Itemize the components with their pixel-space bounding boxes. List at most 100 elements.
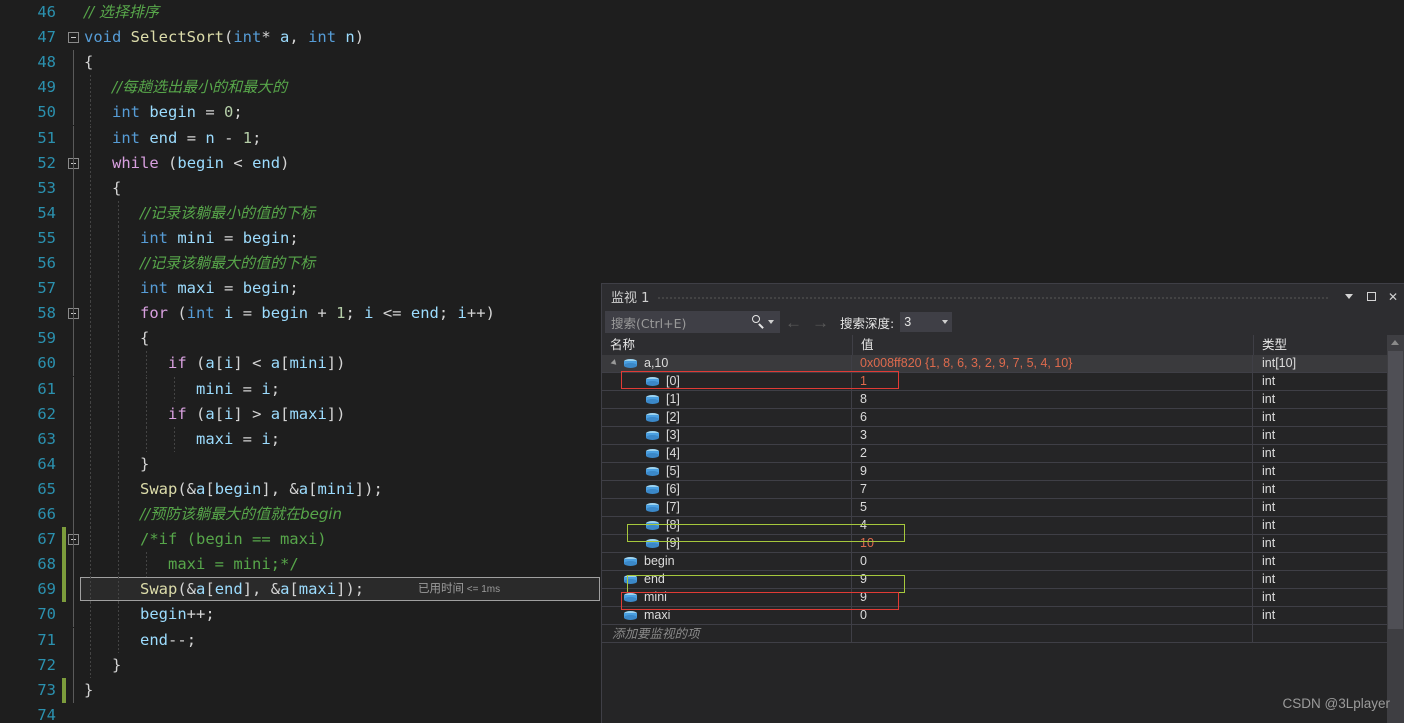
cell-type: int: [1262, 590, 1276, 604]
cell-value[interactable]: 0x008ff820 {1, 8, 6, 3, 2, 9, 7, 5, 4, 1…: [853, 355, 1253, 372]
cell-value[interactable]: 10: [853, 535, 1253, 552]
line-number: 53: [37, 178, 56, 197]
code-text: int begin = 0;: [112, 103, 243, 122]
indent-guide: [118, 251, 119, 277]
line-number: 62: [37, 404, 56, 423]
table-row[interactable]: mini 9 int: [602, 589, 1404, 607]
add-watch-item-row[interactable]: 添加要监视的项: [602, 625, 1404, 643]
table-row[interactable]: maxi 0 int: [602, 607, 1404, 625]
arrow-right-icon[interactable]: →: [812, 314, 829, 331]
cell-name[interactable]: a,10: [602, 355, 852, 372]
cell-name[interactable]: [4]: [602, 445, 852, 462]
scroll-up-icon[interactable]: [1391, 340, 1399, 345]
search-depth-select[interactable]: 3: [900, 312, 953, 332]
variable-name: [5]: [666, 464, 680, 478]
indent-guide: [90, 301, 91, 327]
cell-value[interactable]: 9: [853, 463, 1253, 480]
change-indicator-bar: [62, 276, 66, 302]
code-text: }: [112, 655, 122, 674]
cell-value[interactable]: 8: [853, 391, 1253, 408]
cell-value[interactable]: 1: [853, 373, 1253, 390]
cell-value[interactable]: 5: [853, 499, 1253, 516]
watch-vertical-scrollbar[interactable]: [1387, 335, 1404, 723]
cell-type: int[10]: [1262, 356, 1297, 370]
cell-type: int: [1262, 446, 1276, 460]
scope-line: [73, 175, 74, 201]
cell-value[interactable]: 0: [853, 553, 1253, 570]
variable-name: [6]: [666, 482, 680, 496]
cell-value[interactable]: [853, 625, 1253, 642]
scope-line: [73, 301, 74, 327]
table-row[interactable]: [7] 5 int: [602, 499, 1404, 517]
cell-name[interactable]: [2]: [602, 409, 852, 426]
expander-triangle-icon[interactable]: [610, 359, 619, 367]
arrow-left-icon[interactable]: ←: [785, 314, 802, 331]
table-row[interactable]: [9] 10 int: [602, 535, 1404, 553]
scope-line: [73, 351, 74, 377]
cell-value[interactable]: 4: [853, 517, 1253, 534]
cell-type: int: [1262, 572, 1276, 586]
variable-icon: [646, 413, 659, 422]
table-row[interactable]: [4] 2 int: [602, 445, 1404, 463]
variable-name: end: [644, 572, 665, 586]
cell-name[interactable]: [3]: [602, 427, 852, 444]
cell-name[interactable]: maxi: [602, 607, 852, 624]
table-row[interactable]: a,10 0x008ff820 {1, 8, 6, 3, 2, 9, 7, 5, …: [602, 355, 1404, 373]
code-text: //每趟选出最小的和最大的: [112, 78, 288, 97]
cell-value[interactable]: 9: [853, 589, 1253, 606]
indent-guide: [146, 401, 147, 427]
cell-name[interactable]: [0]: [602, 373, 852, 390]
variable-icon: [646, 395, 659, 404]
indent-guide: [90, 125, 91, 151]
magnifier-icon[interactable]: [750, 314, 766, 330]
cell-name[interactable]: [8]: [602, 517, 852, 534]
column-header-value[interactable]: 值: [853, 335, 1254, 355]
table-row[interactable]: begin 0 int: [602, 553, 1404, 571]
column-header-type[interactable]: 类型: [1254, 335, 1388, 355]
table-row[interactable]: [6] 7 int: [602, 481, 1404, 499]
line-number: 66: [37, 505, 56, 523]
cell-name[interactable]: 添加要监视的项: [602, 625, 852, 642]
cell-name[interactable]: mini: [602, 589, 852, 606]
table-row[interactable]: [5] 9 int: [602, 463, 1404, 481]
table-row[interactable]: [3] 3 int: [602, 427, 1404, 445]
cell-name[interactable]: [1]: [602, 391, 852, 408]
cell-value[interactable]: 3: [853, 427, 1253, 444]
search-depth-chevron-icon: [942, 320, 949, 324]
window-maximize-button[interactable]: [1360, 286, 1382, 308]
collapse-region-icon[interactable]: [68, 32, 79, 44]
table-row[interactable]: [0] 1 int: [602, 373, 1404, 391]
cell-value[interactable]: 0: [853, 607, 1253, 624]
scope-line: [73, 677, 74, 703]
cell-name[interactable]: end: [602, 571, 852, 588]
table-row[interactable]: end 9 int: [602, 571, 1404, 589]
scrollbar-thumb[interactable]: [1388, 351, 1403, 629]
watch-grid[interactable]: 名称 值 类型 a,10 0x008ff820 {1, 8, 6, 3, 2, 9…: [602, 335, 1404, 723]
cell-value[interactable]: 6: [853, 409, 1253, 426]
indent-guide: [90, 652, 91, 678]
search-depth-value: 3: [904, 315, 912, 329]
table-row[interactable]: [8] 4 int: [602, 517, 1404, 535]
column-header-name[interactable]: 名称: [602, 335, 853, 355]
variable-name: a,10: [644, 356, 669, 370]
table-row[interactable]: [2] 6 int: [602, 409, 1404, 427]
watch-toolbar: 搜索(Ctrl+E) ← → 搜索深度: 3: [602, 309, 1404, 335]
cell-value[interactable]: 7: [853, 481, 1253, 498]
search-options-dropdown-icon[interactable]: [768, 320, 774, 324]
cell-name[interactable]: [5]: [602, 463, 852, 480]
window-close-button[interactable]: ✕: [1382, 286, 1404, 308]
window-dropdown-button[interactable]: [1338, 286, 1360, 308]
cell-value[interactable]: 2: [853, 445, 1253, 462]
code-text: Swap(&a[end], &a[maxi]);: [140, 580, 365, 599]
cell-value[interactable]: 9: [853, 571, 1253, 588]
indent-guide: [118, 627, 119, 653]
table-row[interactable]: [1] 8 int: [602, 391, 1404, 409]
watch-window[interactable]: 监视 1 ✕ 搜索(Ctrl+E) ← → 搜索深度: 3 名称 值 类型 a,…: [601, 283, 1404, 723]
cell-name[interactable]: [6]: [602, 481, 852, 498]
cell-name[interactable]: begin: [602, 553, 852, 570]
search-input[interactable]: 搜索(Ctrl+E): [605, 311, 780, 333]
cell-name[interactable]: [9]: [602, 535, 852, 552]
indent-guide: [90, 75, 91, 101]
cell-name[interactable]: [7]: [602, 499, 852, 516]
indent-guide: [90, 276, 91, 302]
